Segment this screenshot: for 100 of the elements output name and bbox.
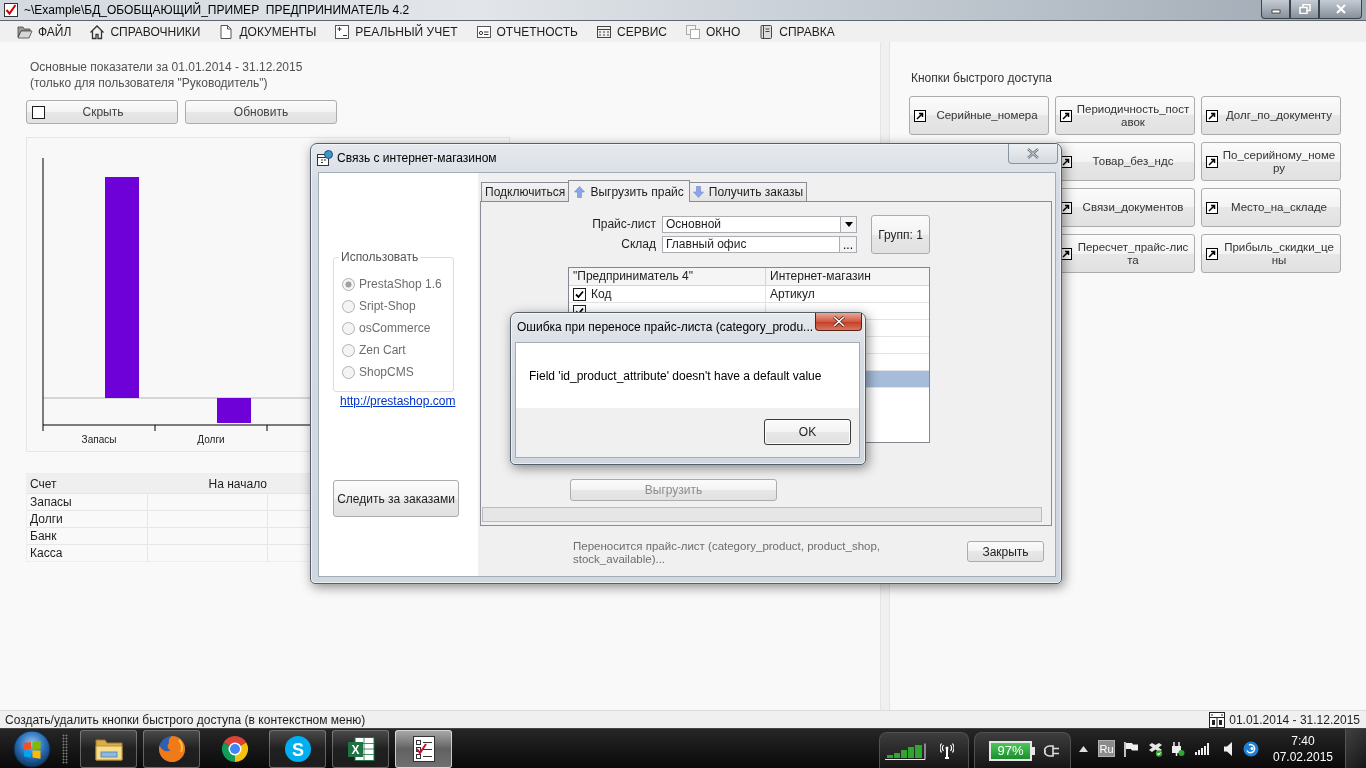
browse-button[interactable]: ... xyxy=(839,237,856,252)
menu-item[interactable]: СЕРВИС xyxy=(594,21,669,42)
menu-item[interactable]: СПРАВОЧНИКИ xyxy=(87,21,203,42)
track-orders-button[interactable]: Следить за заказами xyxy=(333,480,459,517)
menu-item[interactable]: ФАЙЛ xyxy=(15,21,74,42)
dropdown-caret-icon xyxy=(844,222,853,227)
period-label: 01.01.2014 - 31.12.2015 xyxy=(1229,712,1360,727)
house-icon xyxy=(89,23,106,40)
clock-button[interactable]: 7:40 07.02.2015 xyxy=(1271,732,1335,765)
axis-label: Долги xyxy=(197,434,225,445)
chat-logo-icon: S xyxy=(282,733,313,764)
window-title: ~\Example\БД_ОБОБЩАЮЩИЙ_ПРИМЕР ПРЕДПРИНИМАТЕЛЬ 4.2 xyxy=(24,1,410,19)
globe-icon xyxy=(156,733,187,764)
error-message: Field 'id_product_attribute' doesn't have a default value xyxy=(529,368,822,383)
swirl-icon[interactable] xyxy=(1243,740,1259,757)
close-icon xyxy=(831,316,846,327)
close-button[interactable] xyxy=(1319,0,1362,19)
table-row[interactable]: Код Артикул xyxy=(569,286,929,303)
user-note: (только для пользователя "Руководитель") xyxy=(29,75,269,91)
period-heading: Основные показатели за 01.01.2014 - 31.12.2015 xyxy=(29,59,304,75)
antenna-icon[interactable] xyxy=(940,742,954,759)
taskbar-button[interactable]: X xyxy=(332,729,389,768)
shortcut-arrow-icon xyxy=(1206,201,1218,214)
shortcut-arrow-icon xyxy=(1206,155,1218,168)
caret-icon[interactable] xyxy=(1079,745,1088,752)
quick-access-button[interactable]: Прибыль_скидки_цены xyxy=(1201,234,1341,273)
tab[interactable]: Подключиться xyxy=(481,182,570,201)
table-cell-text: Запасы xyxy=(29,494,73,510)
quick-access-button[interactable]: По_серийному_номеру xyxy=(1201,142,1341,181)
hide-toggle-button[interactable]: Скрыть xyxy=(26,100,178,124)
quick-access-button[interactable]: Долг_по_документу xyxy=(1201,96,1341,135)
column-header: На начало xyxy=(207,476,267,491)
status-text: Переносится прайс-лист (category_product, product_shop, stock_available)... xyxy=(573,540,882,566)
warehouse-field[interactable]: Главный офис ... xyxy=(662,236,857,253)
plug-check-icon[interactable] xyxy=(1171,740,1185,757)
speaker-icon[interactable] xyxy=(1224,741,1232,756)
tab[interactable]: Выгрузить прайс xyxy=(568,180,690,202)
group-title: Использовать xyxy=(340,250,420,264)
restore-button[interactable] xyxy=(1290,0,1319,19)
checkbox[interactable] xyxy=(32,105,45,119)
page-icon xyxy=(218,23,235,40)
table-cell-text: Долги xyxy=(29,511,64,527)
close-dialog-button[interactable]: Закрыть xyxy=(967,541,1044,562)
ok-button[interactable]: OK xyxy=(764,419,851,445)
close-icon xyxy=(1026,148,1040,159)
quick-access-button[interactable]: Периодичность_поставок xyxy=(1055,96,1195,135)
wheel-icon xyxy=(219,733,250,764)
refresh-button[interactable]: Обновить xyxy=(185,100,337,124)
quick-access-button[interactable]: Серийные_номера xyxy=(909,96,1049,135)
menu-item[interactable]: ОКНО xyxy=(682,21,743,42)
table-cell: Артикул xyxy=(770,286,815,302)
column-header: Счет xyxy=(29,475,58,492)
window-globe-icon xyxy=(317,150,333,166)
field-label: Склад xyxy=(620,236,656,253)
start-orb-icon[interactable] xyxy=(13,729,51,768)
column-header: Интернет-магазин xyxy=(769,268,871,285)
shortcut-arrow-icon xyxy=(1206,109,1218,122)
flag-icon[interactable] xyxy=(1123,740,1139,757)
taskbar-button[interactable] xyxy=(80,729,137,768)
website-link[interactable]: http://prestashop.com xyxy=(340,394,456,408)
groups-button[interactable]: Групп: 1 xyxy=(871,215,930,254)
menu-item[interactable]: ОТЧЕТНОСТЬ xyxy=(473,21,580,42)
power-plug-icon[interactable] xyxy=(1044,743,1061,758)
cross-check-icon[interactable] xyxy=(1148,740,1163,757)
menu-item[interactable]: ДОКУМЕНТЫ xyxy=(216,21,319,42)
restore-icon xyxy=(1298,4,1311,14)
down-arrow-icon xyxy=(692,186,704,198)
taskbar-button[interactable] xyxy=(395,729,452,768)
table-cell-text: Банк xyxy=(29,528,58,544)
close-button[interactable] xyxy=(815,313,862,331)
minimize-button[interactable] xyxy=(1261,0,1290,19)
plus-minus-square-icon xyxy=(334,23,351,40)
up-arrow-icon xyxy=(574,185,586,198)
shortcut-arrow-icon xyxy=(914,109,926,122)
table-cell-text: Касса xyxy=(29,545,64,561)
price-list-dropdown[interactable]: Основной xyxy=(662,216,857,233)
taskbar-button[interactable] xyxy=(143,729,200,768)
signal-meter-icon[interactable] xyxy=(884,741,926,760)
status-hint: Создать/удалить кнопки быстрого доступа (в контекстном меню) xyxy=(5,712,366,727)
column-header: "Предприниматель 4" xyxy=(569,268,766,285)
dialog-title: Ошибка при переносе прайс-листа (category_produ... xyxy=(516,319,814,336)
calendar-icon xyxy=(1209,711,1226,728)
tab[interactable]: Получить заказы xyxy=(688,182,808,201)
section-title: Кнопки быстрого доступа xyxy=(911,70,1054,86)
table-cell: Код xyxy=(591,286,612,302)
quick-access-button[interactable]: Товар_без_ндс xyxy=(1055,142,1195,181)
quick-access-button[interactable]: Место_на_складе xyxy=(1201,188,1341,227)
book-icon xyxy=(758,23,775,40)
shortcut-arrow-icon xyxy=(1060,109,1072,122)
shortcut-arrow-icon xyxy=(1206,247,1218,260)
signal-bars-icon[interactable] xyxy=(1195,742,1209,755)
field-label: Прайс-лист xyxy=(591,216,656,233)
dialog-title: Связь с интернет-магазином xyxy=(337,150,497,167)
menu-item[interactable]: РЕАЛЬНЫЙ УЧЕТ xyxy=(332,21,460,42)
checkmark-icon xyxy=(4,3,18,17)
axis-label: Запасы xyxy=(81,434,117,445)
close-icon xyxy=(1334,4,1347,14)
card-icon xyxy=(475,23,492,40)
checkbox[interactable] xyxy=(573,287,586,301)
menu-item[interactable]: СПРАВКА xyxy=(756,21,837,42)
